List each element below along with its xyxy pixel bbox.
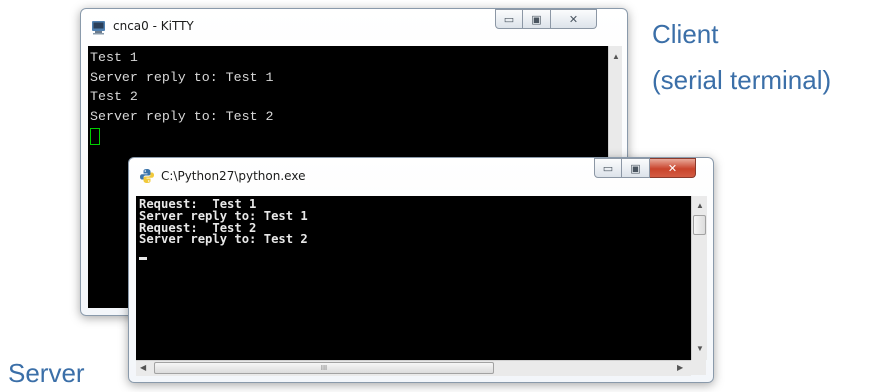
scroll-down-arrow-icon[interactable]: ▼ xyxy=(696,344,704,354)
python-minimize-button[interactable]: ▭ xyxy=(594,158,622,178)
python-horizontal-scroll-thumb[interactable]: III xyxy=(154,362,494,374)
python-caption-buttons: ▭ ▣ ✕ xyxy=(594,158,696,178)
python-titlebar[interactable]: C:\Python27\python.exe ▭ ▣ ✕ xyxy=(129,158,713,188)
python-console[interactable]: Request: Test 1 Server reply to: Test 1 … xyxy=(136,196,691,360)
python-close-button[interactable]: ✕ xyxy=(650,158,696,178)
kitty-caption-buttons: ▭ ▣ ✕ xyxy=(495,9,597,29)
close-icon: ✕ xyxy=(667,161,678,175)
resize-grip-icon[interactable] xyxy=(691,360,706,375)
kitty-close-button[interactable]: ✕ xyxy=(551,9,597,29)
python-vertical-scroll-thumb[interactable] xyxy=(693,215,706,235)
close-icon: ✕ xyxy=(568,12,579,26)
maximize-icon: ▣ xyxy=(630,161,641,175)
python-icon xyxy=(140,169,154,183)
scroll-up-arrow-icon[interactable]: ▲ xyxy=(612,52,620,62)
python-window[interactable]: C:\Python27\python.exe ▭ ▣ ✕ Request: Te… xyxy=(128,157,714,383)
kitty-line: Server reply to: Test 2 xyxy=(90,108,274,124)
kitty-title: cnca0 - KiTTY xyxy=(113,19,194,33)
python-maximize-button[interactable]: ▣ xyxy=(622,158,650,178)
maximize-icon: ▣ xyxy=(531,12,542,26)
kitty-line: Test 2 xyxy=(90,89,138,104)
kitty-cursor xyxy=(90,128,100,145)
python-line: Server reply to: Test 2 xyxy=(139,232,308,247)
kitty-line: Server reply to: Test 1 xyxy=(90,69,274,85)
minimize-icon: ▭ xyxy=(503,12,515,26)
server-caption: Server xyxy=(8,358,85,388)
kitty-terminal-icon xyxy=(92,21,105,35)
kitty-titlebar[interactable]: cnca0 - KiTTY ▭ ▣ ✕ xyxy=(81,9,627,39)
kitty-minimize-button[interactable]: ▭ xyxy=(495,9,523,29)
kitty-line: Test 1 xyxy=(90,50,138,65)
python-title: C:\Python27\python.exe xyxy=(161,169,306,183)
python-vertical-scrollbar[interactable]: ▲ ▼ xyxy=(691,196,707,360)
python-output: Request: Test 1 Server reply to: Test 1 … xyxy=(139,198,308,261)
client-caption-line2: (serial terminal) xyxy=(652,65,832,95)
scroll-right-arrow-icon[interactable]: ▶ xyxy=(677,363,683,373)
python-cursor xyxy=(139,257,147,261)
minimize-icon: ▭ xyxy=(602,161,614,175)
client-caption-line1: Client xyxy=(652,19,719,49)
scroll-up-arrow-icon[interactable]: ▲ xyxy=(696,201,704,211)
python-horizontal-scrollbar[interactable]: ◀ III ▶ xyxy=(136,360,691,376)
kitty-maximize-button[interactable]: ▣ xyxy=(523,9,551,29)
scroll-grip-icon: III xyxy=(320,364,328,372)
kitty-output: Test 1 Server reply to: Test 1 Test 2 Se… xyxy=(90,48,274,145)
scroll-left-arrow-icon[interactable]: ◀ xyxy=(140,363,146,373)
